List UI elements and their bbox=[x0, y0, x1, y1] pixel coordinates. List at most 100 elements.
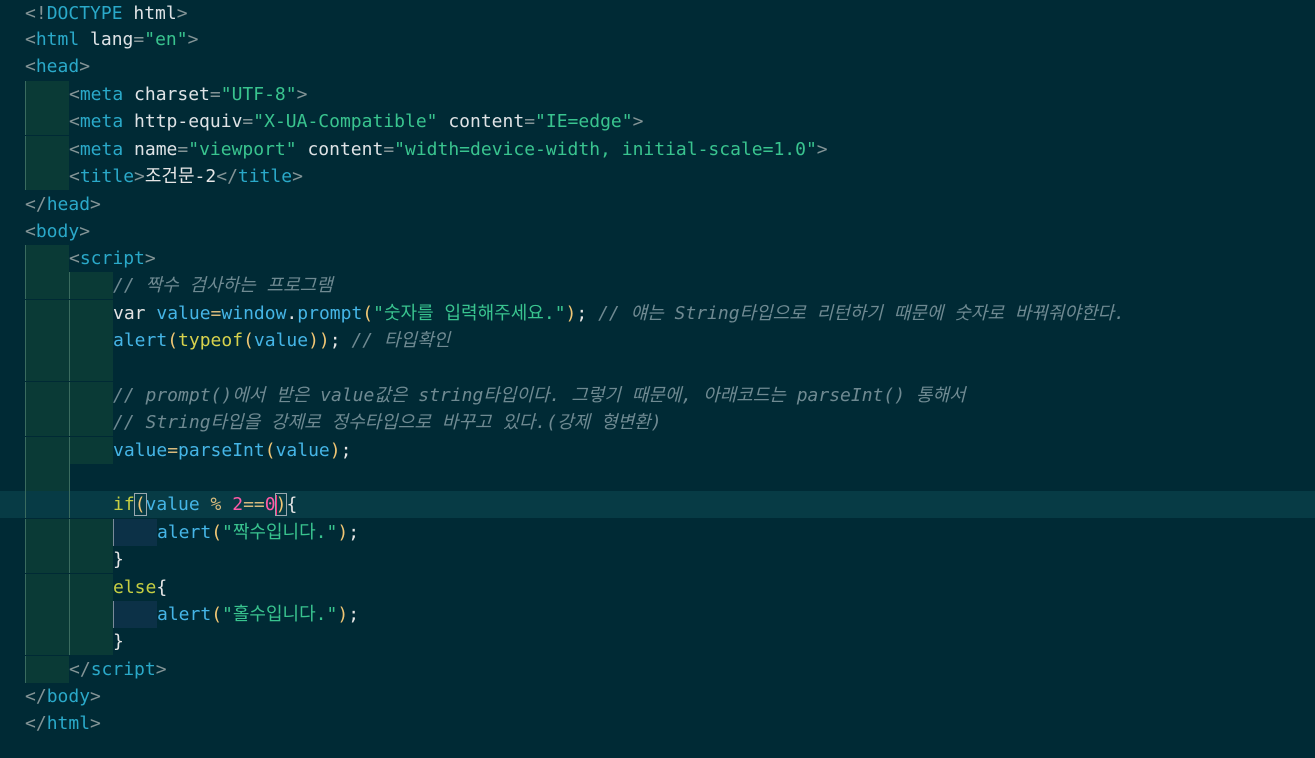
token: < bbox=[69, 84, 80, 105]
indent-guide bbox=[69, 491, 113, 519]
token: value bbox=[113, 440, 168, 461]
token: </ bbox=[25, 194, 47, 215]
code-line-15[interactable]: // prompt()에서 받은 value값은 string타입이다. 그렇기… bbox=[0, 382, 1315, 410]
token: var bbox=[113, 303, 146, 324]
indent-guide bbox=[69, 546, 113, 574]
token: > bbox=[79, 221, 91, 242]
indent-guide bbox=[69, 300, 113, 328]
token: "width=device-width, initial-scale=1.0" bbox=[394, 139, 817, 160]
indent-guide bbox=[69, 354, 113, 382]
token: meta bbox=[79, 139, 124, 160]
token: </ bbox=[25, 686, 47, 707]
token: name bbox=[123, 139, 178, 160]
token: html bbox=[35, 29, 80, 50]
code-line-17[interactable]: value=parseInt(value); bbox=[0, 437, 1315, 465]
token: body bbox=[46, 686, 91, 707]
token: "UTF-8" bbox=[220, 84, 297, 105]
token: . bbox=[286, 303, 298, 324]
token: > bbox=[296, 84, 308, 105]
indent-guide bbox=[25, 409, 69, 437]
code-line-22[interactable]: else{ bbox=[0, 574, 1315, 602]
code-line-12[interactable]: var value=window.prompt("숫자를 입력해주세요."); … bbox=[0, 300, 1315, 328]
token: "짝수입니다." bbox=[222, 522, 338, 543]
indent-guide bbox=[69, 409, 113, 437]
indent-guide bbox=[25, 574, 69, 602]
token: = bbox=[383, 139, 395, 160]
token: script bbox=[90, 659, 156, 680]
code-line-18[interactable] bbox=[0, 464, 1315, 492]
code-line-6[interactable]: <meta name="viewport" content="width=dev… bbox=[0, 136, 1315, 164]
token: = bbox=[210, 303, 222, 324]
indent-guide bbox=[25, 601, 69, 629]
code-line-19-current[interactable]: if(value % 2==0){ bbox=[0, 491, 1315, 519]
code-line-3[interactable]: <head> bbox=[0, 53, 1315, 80]
token: ) bbox=[565, 303, 577, 324]
token: > bbox=[176, 3, 188, 24]
code-line-14[interactable] bbox=[0, 354, 1315, 382]
token: < bbox=[69, 111, 80, 132]
token: > bbox=[632, 111, 644, 132]
comment: // 짝수 검사하는 프로그램 bbox=[113, 275, 333, 296]
token: charset bbox=[123, 84, 210, 105]
code-line-11[interactable]: // 짝수 검사하는 프로그램 bbox=[0, 272, 1315, 300]
token: ( bbox=[362, 303, 374, 324]
token: ( bbox=[264, 440, 276, 461]
token: value bbox=[145, 303, 211, 324]
code-line-2[interactable]: <html lang="en"> bbox=[0, 26, 1315, 53]
token: = bbox=[209, 84, 221, 105]
code-line-23[interactable]: alert("홀수입니다."); bbox=[0, 601, 1315, 629]
token: = bbox=[133, 29, 145, 50]
indent-guide bbox=[25, 354, 69, 382]
code-line-4[interactable]: <meta charset="UTF-8"> bbox=[0, 81, 1315, 109]
indent-guide bbox=[69, 327, 113, 355]
code-line-5[interactable]: <meta http-equiv="X-UA-Compatible" conte… bbox=[0, 108, 1315, 136]
token: ( bbox=[243, 330, 254, 351]
token: ( bbox=[211, 604, 223, 625]
token: head bbox=[35, 56, 80, 77]
code-line-21[interactable]: } bbox=[0, 546, 1315, 574]
token: ; bbox=[329, 330, 352, 351]
token: = bbox=[167, 440, 179, 461]
token: = bbox=[242, 111, 254, 132]
indent-guide bbox=[69, 601, 113, 629]
indent-guide bbox=[25, 437, 69, 465]
token: > bbox=[155, 659, 167, 680]
token: http-equiv bbox=[123, 111, 243, 132]
code-line-7[interactable]: <title>조건문-2</title> bbox=[0, 163, 1315, 191]
code-line-27[interactable]: </html> bbox=[0, 710, 1315, 737]
indent-guide bbox=[113, 601, 157, 629]
code-line-9[interactable]: <body> bbox=[0, 218, 1315, 245]
code-line-13[interactable]: alert(typeof(value)); // 타입확인 bbox=[0, 327, 1315, 355]
token: meta bbox=[79, 111, 124, 132]
token: alert bbox=[157, 604, 212, 625]
code-line-20[interactable]: alert("짝수입니다."); bbox=[0, 519, 1315, 547]
token: ) bbox=[329, 440, 341, 461]
indent-guide bbox=[69, 628, 113, 656]
token: % bbox=[199, 494, 233, 515]
token: "IE=edge" bbox=[535, 111, 633, 132]
token: > bbox=[134, 166, 145, 187]
token: ( bbox=[133, 493, 147, 516]
code-editor[interactable]: <!DOCTYPE html> <html lang="en"> <head> … bbox=[0, 0, 1315, 758]
token: ( bbox=[167, 330, 179, 351]
code-line-24[interactable]: } bbox=[0, 628, 1315, 656]
token: 2 bbox=[232, 494, 244, 515]
token: value bbox=[145, 494, 200, 515]
code-line-26[interactable]: </body> bbox=[0, 683, 1315, 710]
code-line-1[interactable]: <!DOCTYPE html> bbox=[0, 0, 1315, 27]
code-line-25[interactable]: </script> bbox=[0, 656, 1315, 684]
token: alert bbox=[157, 522, 212, 543]
code-line-8[interactable]: </head> bbox=[0, 191, 1315, 218]
code-line-10[interactable]: <script> bbox=[0, 245, 1315, 273]
token: title bbox=[237, 166, 293, 187]
indent-guide bbox=[25, 656, 69, 684]
token: { bbox=[286, 494, 298, 515]
code-line-16[interactable]: // String타입을 강제로 정수타입으로 바꾸고 있다.(강제 형변환) bbox=[0, 409, 1315, 437]
token: title bbox=[79, 166, 135, 187]
indent-guide bbox=[69, 382, 113, 410]
token: "X-UA-Compatible" bbox=[253, 111, 438, 132]
token: } bbox=[113, 631, 124, 652]
token: > bbox=[90, 194, 101, 215]
token: > bbox=[90, 713, 101, 734]
token: = bbox=[177, 139, 189, 160]
